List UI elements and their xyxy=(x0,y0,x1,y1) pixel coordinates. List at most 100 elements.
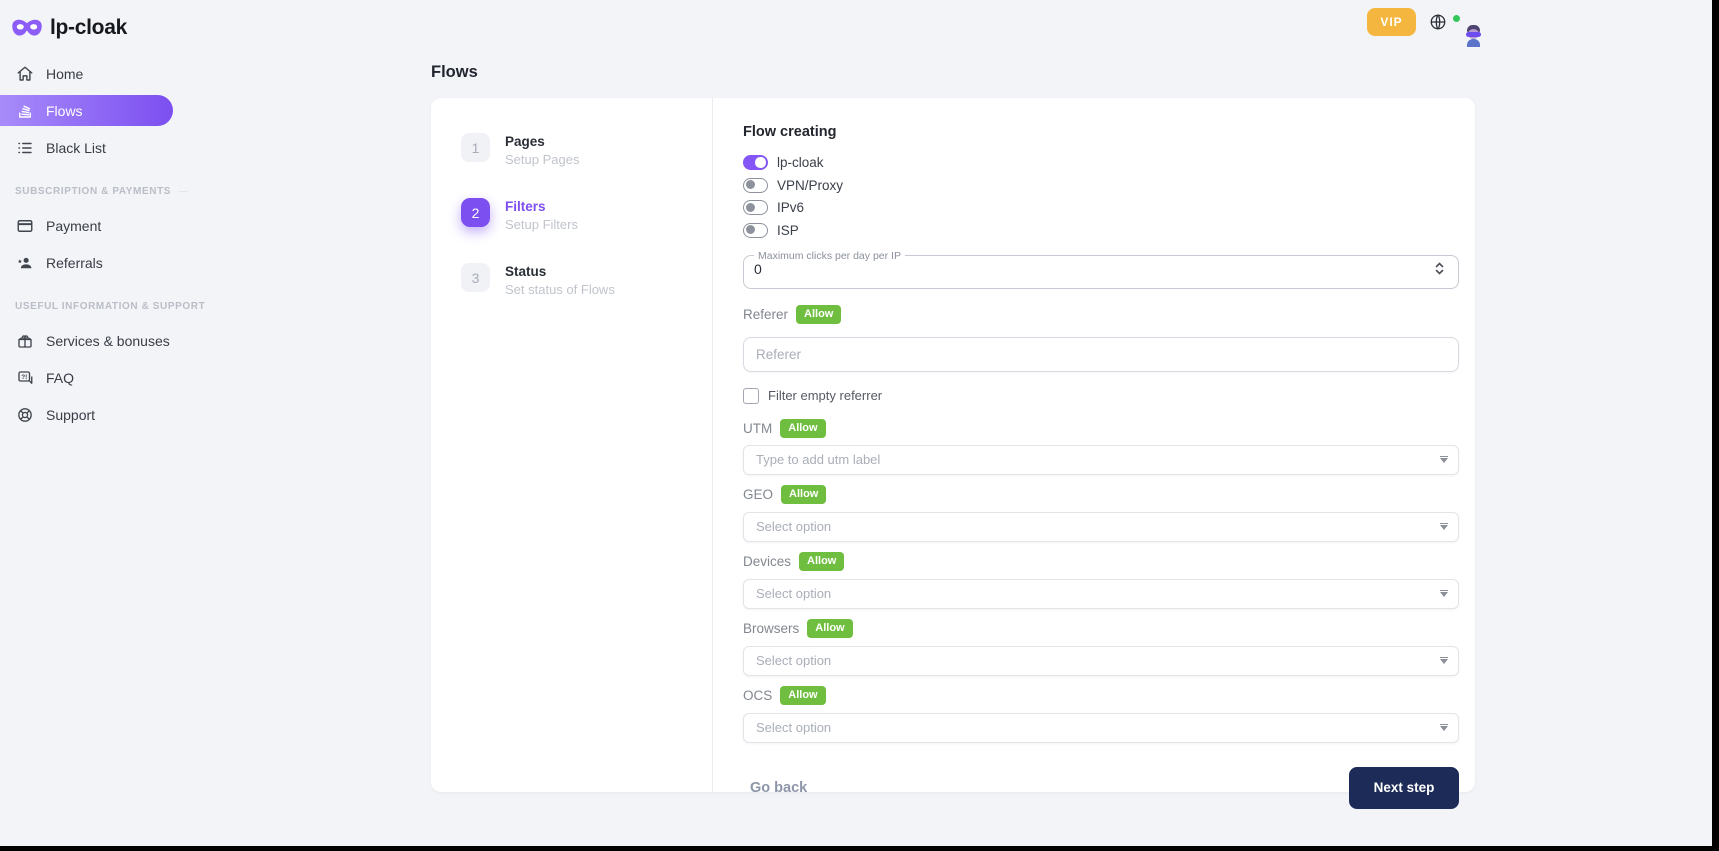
step-number: 2 xyxy=(461,198,490,227)
step-number: 3 xyxy=(461,263,490,292)
ocs-allow-badge[interactable]: Allow xyxy=(780,686,825,705)
go-back-link[interactable]: Go back xyxy=(750,780,807,796)
utm-label-row: UTM Allow xyxy=(743,419,1459,438)
sidebar-item-referrals[interactable]: Referrals xyxy=(0,247,200,278)
sidebar-item-label: Flows xyxy=(46,103,83,119)
home-icon xyxy=(15,64,34,83)
utm-input-wrap xyxy=(743,445,1459,475)
geo-select[interactable]: Select option xyxy=(743,512,1459,542)
viewport: lp-cloak Home Flows Black List xyxy=(0,0,1712,846)
step-title: Filters xyxy=(505,198,578,214)
toggle-label: lp-cloak xyxy=(777,155,824,170)
step-subtitle: Setup Pages xyxy=(505,152,579,167)
ocs-label-row: OCS Allow xyxy=(743,686,1459,705)
devices-allow-badge[interactable]: Allow xyxy=(799,552,844,571)
toggle-label: IPv6 xyxy=(777,200,804,215)
toggle-isp[interactable]: ISP xyxy=(743,223,1459,238)
stepper-up-down-icon[interactable] xyxy=(1435,262,1446,275)
browsers-select-wrap: Select option xyxy=(743,646,1459,676)
payment-card-icon xyxy=(15,216,34,235)
geo-label-row: GEO Allow xyxy=(743,485,1459,504)
browsers-label: Browsers xyxy=(743,621,799,636)
form-title: Flow creating xyxy=(743,124,1459,140)
utm-label: UTM xyxy=(743,421,772,436)
sidebar-item-home[interactable]: Home xyxy=(0,58,200,89)
browsers-allow-badge[interactable]: Allow xyxy=(807,619,852,638)
faq-bubble-icon: ?! xyxy=(15,368,34,387)
sidebar-item-support[interactable]: Support xyxy=(0,399,200,430)
toggle-vpn-proxy[interactable]: VPN/Proxy xyxy=(743,178,1459,193)
toggle-lp-cloak[interactable]: lp-cloak xyxy=(743,155,1459,170)
toggle-switch[interactable] xyxy=(743,200,768,215)
form-footer: Go back Next step xyxy=(743,767,1459,809)
flow-creating-form: Flow creating lp-cloak VPN/Proxy IPv6 IS… xyxy=(713,98,1475,792)
sidebar-item-faq[interactable]: ?! FAQ xyxy=(0,362,200,393)
checkbox-label: Filter empty referrer xyxy=(768,388,882,403)
referer-label-row: Referer Allow xyxy=(743,305,1459,324)
flow-wizard-card: 1 Pages Setup Pages 2 Filters Setup Filt… xyxy=(431,98,1475,792)
sidebar-nav: Home Flows Black List SUBSCRIPTION & PAY… xyxy=(0,58,200,430)
devices-select-wrap: Select option xyxy=(743,579,1459,609)
toggle-switch[interactable] xyxy=(743,223,768,238)
max-clicks-input[interactable] xyxy=(754,261,1404,277)
svg-text:?!: ?! xyxy=(21,374,27,381)
toggle-ipv6[interactable]: IPv6 xyxy=(743,200,1459,215)
sidebar-item-label: Services & bonuses xyxy=(46,333,170,349)
browsers-select[interactable]: Select option xyxy=(743,646,1459,676)
referer-allow-badge[interactable]: Allow xyxy=(796,305,841,324)
sidebar-item-flows[interactable]: Flows xyxy=(0,95,173,126)
flows-stack-icon xyxy=(15,101,34,120)
ocs-select-wrap: Select option xyxy=(743,713,1459,743)
referer-input[interactable] xyxy=(743,337,1459,372)
sidebar-item-label: Support xyxy=(46,407,95,423)
devices-label-row: Devices Allow xyxy=(743,552,1459,571)
gift-icon xyxy=(15,331,34,350)
geo-select-wrap: Select option xyxy=(743,512,1459,542)
globe-icon[interactable] xyxy=(1429,13,1447,31)
sidebar-item-label: Home xyxy=(46,66,83,82)
max-clicks-field: Maximum clicks per day per IP xyxy=(743,250,1459,289)
online-status-dot xyxy=(1452,14,1461,23)
step-number: 1 xyxy=(461,133,490,162)
sidebar-item-payment[interactable]: Payment xyxy=(0,210,200,241)
step-subtitle: Setup Filters xyxy=(505,217,578,232)
topbar-actions: VIP xyxy=(1367,8,1460,36)
mask-logo-icon xyxy=(12,17,42,39)
utm-input[interactable] xyxy=(743,445,1459,475)
sidebar-section-label: SUBSCRIPTION & PAYMENTS xyxy=(15,185,188,198)
ocs-select[interactable]: Select option xyxy=(743,713,1459,743)
toggle-switch[interactable] xyxy=(743,155,768,170)
sidebar: lp-cloak Home Flows Black List xyxy=(0,0,200,846)
browsers-label-row: Browsers Allow xyxy=(743,619,1459,638)
step-status[interactable]: 3 Status Set status of Flows xyxy=(461,263,712,297)
filter-empty-referrer-row[interactable]: Filter empty referrer xyxy=(743,388,1459,404)
support-lifebuoy-icon xyxy=(15,405,34,424)
devices-label: Devices xyxy=(743,554,791,569)
devices-select[interactable]: Select option xyxy=(743,579,1459,609)
sidebar-item-black-list[interactable]: Black List xyxy=(0,132,200,163)
wizard-steps: 1 Pages Setup Pages 2 Filters Setup Filt… xyxy=(431,98,713,792)
sidebar-item-label: Black List xyxy=(46,140,106,156)
geo-allow-badge[interactable]: Allow xyxy=(781,485,826,504)
step-title: Status xyxy=(505,263,615,279)
utm-allow-badge[interactable]: Allow xyxy=(780,419,825,438)
sidebar-item-label: Referrals xyxy=(46,255,103,271)
toggle-switch[interactable] xyxy=(743,178,768,193)
referer-label: Referer xyxy=(743,307,788,322)
toggle-label: VPN/Proxy xyxy=(777,178,843,193)
brand-name: lp-cloak xyxy=(50,16,127,40)
brand-logo[interactable]: lp-cloak xyxy=(0,0,200,44)
next-step-button[interactable]: Next step xyxy=(1349,767,1459,809)
step-filters[interactable]: 2 Filters Setup Filters xyxy=(461,198,712,232)
step-pages[interactable]: 1 Pages Setup Pages xyxy=(461,133,712,167)
sidebar-item-label: Payment xyxy=(46,218,101,234)
page-title: Flows xyxy=(431,63,478,82)
referrals-person-icon xyxy=(15,253,34,272)
sidebar-section-label: USEFUL INFORMATION & SUPPORT xyxy=(15,300,188,313)
step-subtitle: Set status of Flows xyxy=(505,282,615,297)
sidebar-item-label: FAQ xyxy=(46,370,74,386)
vip-button[interactable]: VIP xyxy=(1367,8,1416,36)
filter-empty-referrer-checkbox[interactable] xyxy=(743,388,759,404)
sidebar-item-services-bonuses[interactable]: Services & bonuses xyxy=(0,325,200,356)
step-title: Pages xyxy=(505,133,579,149)
